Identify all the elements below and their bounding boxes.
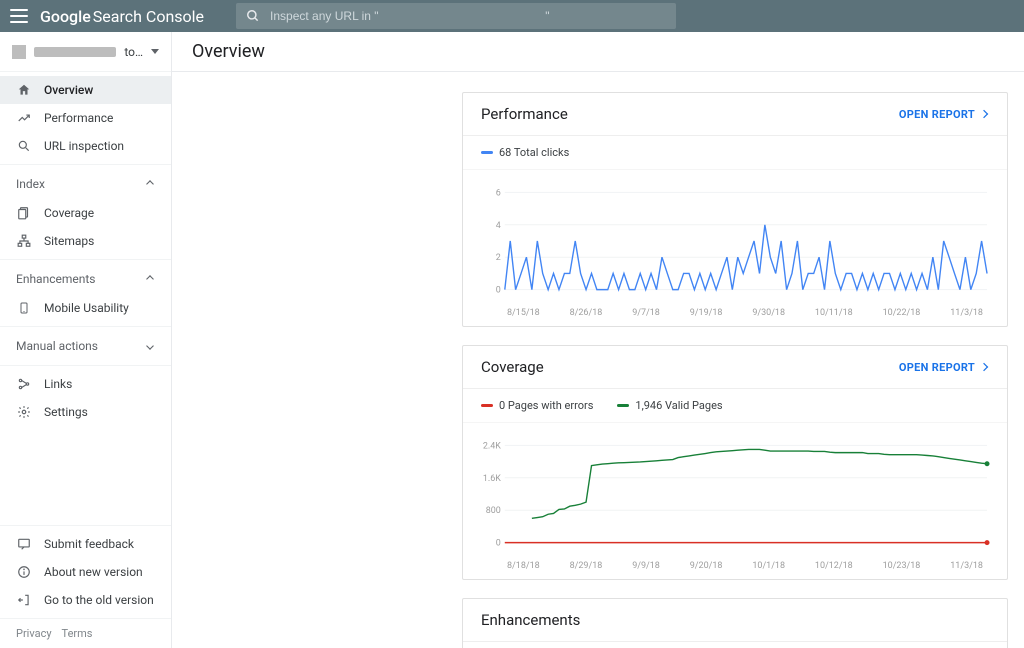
property-icon [12,45,26,59]
chevron-up-icon [146,180,154,188]
nav-item-performance[interactable]: Performance [0,104,171,132]
swatch-icon [617,404,629,407]
performance-chart: 0 2 4 6 [477,176,993,306]
nav-heading-index[interactable]: Index [0,169,171,199]
nav-label: Performance [44,111,113,125]
coverage-card: Coverage OPEN REPORT 0 Pages with errors… [462,345,1008,580]
nav-group-misc: Links Settings [0,366,171,430]
svg-text:2.4K: 2.4K [483,441,501,451]
nav-label: Go to the old version [44,593,154,607]
home-icon [16,83,32,97]
content-area: Overview Performance OPEN REPORT 68 Tota… [172,32,1024,648]
nav-label: About new version [44,565,143,579]
nav-group-main: Overview Performance URL inspection [0,72,171,165]
chevron-down-icon [146,342,154,350]
nav-item-settings[interactable]: Settings [0,398,171,426]
phone-icon [16,301,32,315]
card-title: Enhancements [481,611,580,629]
search-icon [246,9,260,23]
page-title: Overview [172,32,1024,72]
legend-errors: 0 Pages with errors [481,399,593,412]
nav-label: URL inspection [44,139,124,153]
magnify-icon [16,139,32,153]
nav-group-index: Index Coverage Sitemaps [0,165,171,260]
swatch-icon [481,404,493,407]
nav-item-links[interactable]: Links [0,370,171,398]
card-title: Performance [481,105,568,123]
search-input[interactable] [270,9,666,23]
nav-label: Settings [44,405,88,419]
nav-group-enhancements: Enhancements Mobile Usability [0,260,171,327]
svg-text:1.6K: 1.6K [483,474,501,484]
nav-label: Submit feedback [44,537,134,551]
svg-text:6: 6 [496,188,501,198]
nav-item-submit-feedback[interactable]: Submit feedback [0,530,171,558]
svg-text:800: 800 [486,506,501,516]
nav-item-sitemaps[interactable]: Sitemaps [0,227,171,255]
nav-label: Coverage [44,206,94,220]
nav-item-mobile-usability[interactable]: Mobile Usability [0,294,171,322]
nav-heading-manual-actions[interactable]: Manual actions [0,331,171,361]
property-selector[interactable]: to… [0,32,171,72]
svg-text:0: 0 [496,539,501,549]
sitemap-icon [16,234,32,248]
performance-card: Performance OPEN REPORT 68 Total clicks … [462,92,1008,327]
terms-link[interactable]: Terms [62,627,93,640]
enhancements-table-header: Type Valid Errors Trend [463,641,1007,648]
nav-item-overview[interactable]: Overview [0,76,171,104]
coverage-x-axis: 8/18/188/29/189/9/189/20/1810/1/1810/12/… [477,559,993,571]
svg-text:2: 2 [496,253,501,263]
nav-group-manual: Manual actions [0,327,171,366]
svg-text:4: 4 [496,221,501,231]
svg-text:0: 0 [496,286,501,296]
open-report-link-coverage[interactable]: OPEN REPORT [899,361,989,374]
info-icon [16,565,32,579]
trend-icon [16,111,32,125]
nav-item-about-new-version[interactable]: About new version [0,558,171,586]
exit-icon [16,593,32,607]
performance-x-axis: 8/15/188/26/189/7/189/19/189/30/1810/11/… [477,306,993,318]
url-inspect-search[interactable] [236,3,676,29]
nav-label: Overview [44,83,93,97]
nav-heading-enhancements[interactable]: Enhancements [0,264,171,294]
nav-item-coverage[interactable]: Coverage [0,199,171,227]
legend-valid: 1,946 Valid Pages [617,399,722,412]
chevron-down-icon [151,49,159,54]
nav-label: Sitemaps [44,234,94,248]
nav-label: Mobile Usability [44,301,129,315]
nav-item-old-version[interactable]: Go to the old version [0,586,171,614]
app-header: Google Search Console [0,0,1024,32]
feedback-icon [16,537,32,551]
privacy-link[interactable]: Privacy [16,627,52,640]
brand-logo: Google Search Console [40,7,204,26]
enhancements-card: Enhancements Type Valid Errors Trend Mob… [462,598,1008,648]
legal-links: Privacy Terms [0,618,171,648]
gear-icon [16,405,32,419]
coverage-chart: 0 800 1.6K 2.4K [477,429,993,559]
property-suffix: to… [124,45,143,59]
nav-item-url-inspection[interactable]: URL inspection [0,132,171,160]
legend-total-clicks: 68 Total clicks [481,146,569,159]
sidebar: to… Overview Performance URL inspection … [0,32,172,648]
open-report-link-performance[interactable]: OPEN REPORT [899,108,989,121]
links-icon [16,377,32,391]
chevron-up-icon [146,275,154,283]
property-name-redacted [34,47,116,57]
pages-icon [16,206,32,220]
menu-icon[interactable] [10,7,28,25]
nav-label: Links [44,377,72,391]
swatch-icon [481,151,493,154]
card-title: Coverage [481,358,544,376]
